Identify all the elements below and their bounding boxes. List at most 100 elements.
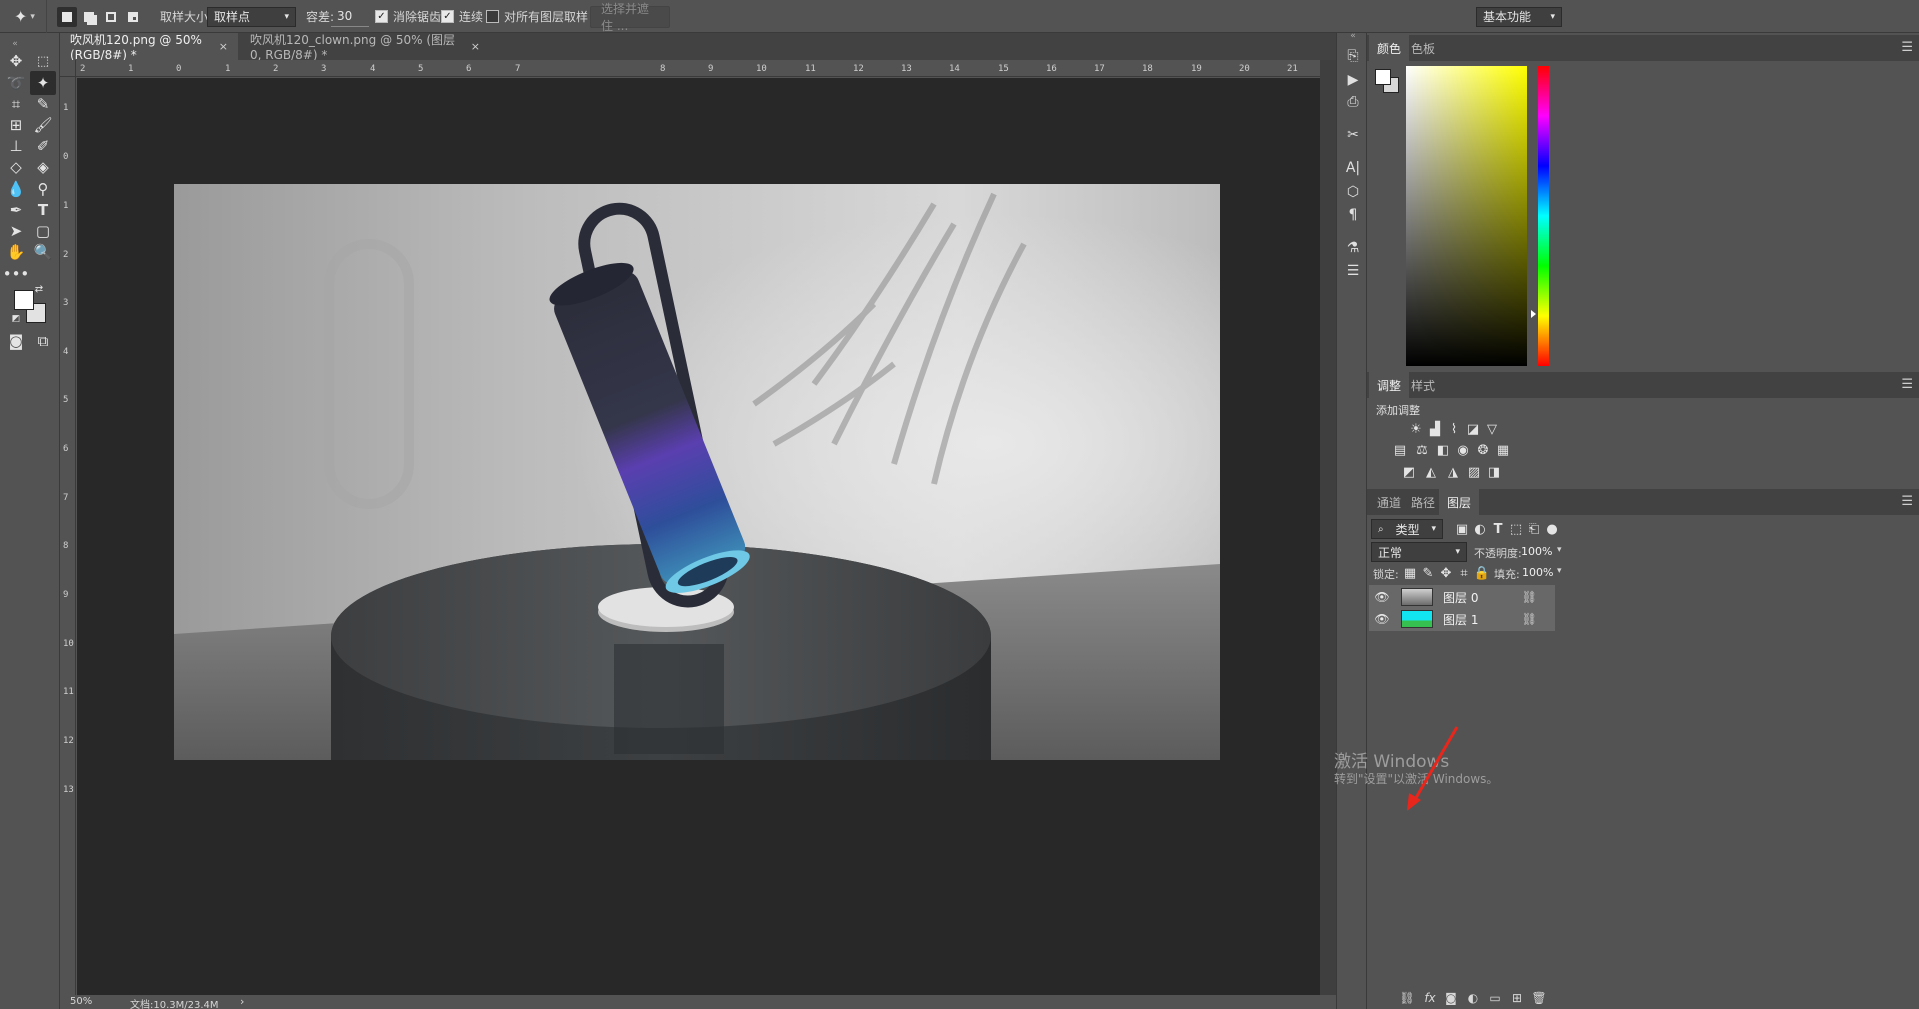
filter-smart-object-icon[interactable]: ⎗: [1525, 521, 1543, 537]
properties-icon[interactable]: ⎙: [1342, 91, 1364, 113]
selective-color-icon[interactable]: ◨: [1485, 464, 1503, 480]
lock-position-icon[interactable]: ✥: [1437, 565, 1455, 581]
lock-pixels-icon[interactable]: ✎: [1419, 565, 1437, 581]
sample-all-layers-checkbox[interactable]: 对所有图层取样: [486, 0, 588, 33]
default-colors-icon[interactable]: ◩: [9, 312, 23, 326]
character-icon[interactable]: A|: [1342, 157, 1364, 179]
subtract-from-selection-button[interactable]: [101, 7, 121, 27]
layer-filter-select[interactable]: ⌕ 类型 ▾: [1371, 519, 1443, 539]
history-icon[interactable]: ⎘: [1342, 45, 1364, 67]
color-field[interactable]: [1406, 66, 1527, 366]
eye-icon[interactable]: 👁: [1369, 590, 1395, 604]
layer-row[interactable]: 👁 图层 1 ⛓: [1369, 607, 1555, 631]
layer-row[interactable]: 👁 图层 0 ⛓: [1369, 585, 1555, 609]
move-tool-icon[interactable]: ✥: [3, 49, 29, 73]
brightness-icon[interactable]: ☀: [1407, 421, 1425, 437]
swap-colors-icon[interactable]: ⇄: [32, 282, 46, 296]
add-to-selection-button[interactable]: [79, 7, 99, 27]
zoom-level[interactable]: 50%: [70, 996, 92, 1007]
contiguous-checkbox[interactable]: ✓ 连续: [441, 0, 483, 33]
vertical-scrollbar[interactable]: [1320, 60, 1336, 995]
eraser-tool-icon[interactable]: ◇: [3, 155, 29, 179]
paint-bucket-tool-icon[interactable]: ◈: [30, 155, 56, 179]
gradient-map-icon[interactable]: ▨: [1465, 464, 1483, 480]
collapse-arrows-icon[interactable]: «: [1342, 31, 1364, 41]
new-fill-adjustment-icon[interactable]: ◐: [1464, 990, 1482, 1006]
threshold-icon[interactable]: ◮: [1444, 464, 1462, 480]
paragraph-icon[interactable]: ¶: [1342, 204, 1364, 226]
filter-pixel-icon[interactable]: ▣: [1453, 521, 1471, 537]
chevron-down-icon[interactable]: ▾: [1557, 545, 1562, 555]
color-lookup-icon[interactable]: ▦: [1494, 442, 1512, 458]
select-and-mask-button[interactable]: 选择并遮住 ...: [590, 2, 670, 33]
magic-wand-tool-preset[interactable]: ✦ ▾: [14, 0, 35, 33]
antialias-checkbox[interactable]: ✓ 消除锯齿: [375, 0, 441, 33]
tab-swatches[interactable]: 色板: [1403, 35, 1443, 61]
layer-name[interactable]: 图层 0: [1443, 589, 1478, 606]
hand-tool-icon[interactable]: ✋: [3, 240, 29, 264]
zoom-tool-icon[interactable]: 🔍: [30, 240, 56, 264]
actions-play-icon[interactable]: ▶: [1342, 69, 1364, 91]
photo-filter-icon[interactable]: ◉: [1454, 442, 1472, 458]
brush-settings-icon[interactable]: ⚗: [1342, 237, 1364, 259]
color-balance-icon[interactable]: ⚖: [1413, 442, 1431, 458]
black-white-icon[interactable]: ◧: [1434, 442, 1452, 458]
layer-name[interactable]: 图层 1: [1443, 611, 1478, 628]
opacity-value[interactable]: 100%: [1521, 545, 1552, 558]
workspace-select[interactable]: 基本功能 ▾: [1476, 6, 1562, 27]
delete-layer-icon[interactable]: 🗑: [1530, 990, 1548, 1006]
tool-presets-icon[interactable]: ✂: [1342, 124, 1364, 146]
document-canvas[interactable]: [174, 184, 1220, 760]
tolerance-input[interactable]: 30: [331, 7, 369, 27]
3d-icon[interactable]: ⬡: [1342, 181, 1364, 203]
invert-icon[interactable]: ◩: [1400, 464, 1418, 480]
intersect-selection-button[interactable]: [123, 7, 143, 27]
more-tools-icon[interactable]: •••: [3, 262, 30, 286]
new-group-icon[interactable]: ▭: [1486, 990, 1504, 1006]
screen-mode-icon[interactable]: ⧉: [30, 329, 56, 353]
levels-icon[interactable]: ▟: [1426, 421, 1444, 437]
posterize-icon[interactable]: ◭: [1422, 464, 1440, 480]
curves-icon[interactable]: ⌇: [1445, 421, 1463, 437]
fg-color-chip[interactable]: [1375, 69, 1391, 85]
panel-menu-icon[interactable]: ☰: [1901, 40, 1913, 55]
blend-mode-select[interactable]: 正常 ▾: [1371, 542, 1467, 562]
sample-size-select[interactable]: 取样点 ▾: [207, 6, 296, 27]
adjustments-sliders-icon[interactable]: ☰: [1342, 260, 1364, 282]
channel-mixer-icon[interactable]: ❂: [1474, 442, 1492, 458]
filter-toggle-icon[interactable]: ●: [1543, 521, 1561, 537]
add-mask-icon[interactable]: ◙: [1442, 990, 1460, 1006]
tab-document-2[interactable]: 吹风机120_clown.png @ 50% (图层 0, RGB/8#) * …: [240, 33, 490, 62]
status-menu-arrow[interactable]: ›: [240, 995, 244, 1008]
filter-adjustment-icon[interactable]: ◐: [1471, 521, 1489, 537]
vibrance-icon[interactable]: ▽: [1483, 421, 1501, 437]
layer-style-fx-icon[interactable]: fx: [1421, 990, 1439, 1006]
tab-paths[interactable]: 路径: [1403, 489, 1443, 515]
close-icon[interactable]: ×: [471, 40, 480, 53]
close-icon[interactable]: ×: [219, 40, 228, 53]
quick-mask-icon[interactable]: ◙: [3, 329, 29, 353]
filter-shape-icon[interactable]: ⬚: [1507, 521, 1525, 537]
hue-saturation-icon[interactable]: ▤: [1391, 442, 1409, 458]
tab-styles[interactable]: 样式: [1403, 372, 1443, 398]
lock-all-icon[interactable]: 🔒: [1473, 565, 1491, 581]
chevron-down-icon[interactable]: ▾: [1557, 566, 1562, 576]
tab-layers[interactable]: 图层: [1439, 489, 1480, 515]
link-layers-icon[interactable]: ⛓: [1398, 990, 1416, 1006]
eye-icon[interactable]: 👁: [1369, 612, 1395, 626]
new-layer-icon[interactable]: ⊞: [1508, 990, 1526, 1006]
lock-artboard-icon[interactable]: ⌗: [1455, 565, 1473, 581]
canvas-pasteboard[interactable]: [77, 78, 1320, 995]
new-selection-button[interactable]: [57, 6, 77, 27]
exposure-icon[interactable]: ◪: [1464, 421, 1482, 437]
tab-document-1[interactable]: 吹风机120.png @ 50%(RGB/8#) * ×: [60, 33, 238, 62]
panel-menu-icon[interactable]: ☰: [1901, 494, 1913, 509]
lock-transparency-icon[interactable]: ▦: [1401, 565, 1419, 581]
panel-menu-icon[interactable]: ☰: [1901, 377, 1913, 392]
hue-slider-handle-icon[interactable]: [1531, 310, 1536, 318]
foreground-color-swatch[interactable]: [14, 290, 34, 310]
hue-slider[interactable]: [1538, 66, 1549, 366]
marquee-tool-icon[interactable]: ⬚: [30, 49, 56, 73]
fill-value[interactable]: 100%: [1522, 566, 1553, 579]
filter-type-icon[interactable]: T: [1489, 521, 1507, 537]
